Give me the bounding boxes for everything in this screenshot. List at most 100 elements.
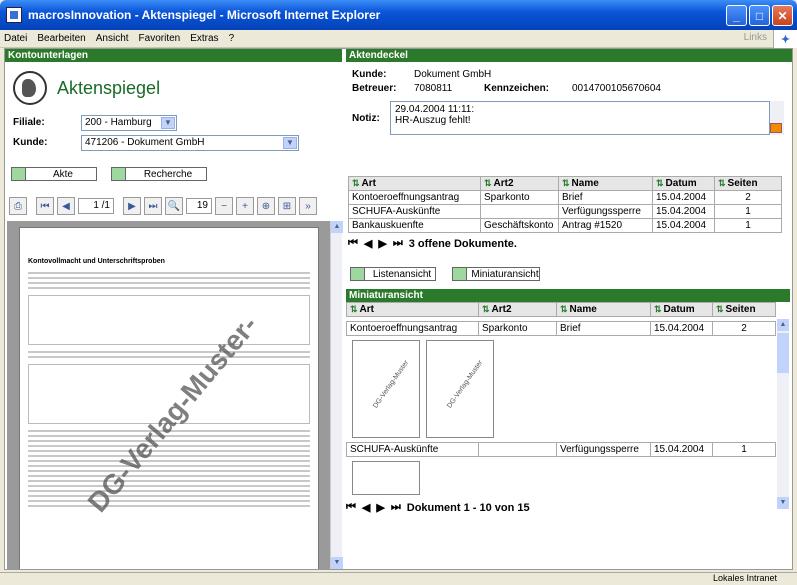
next-icon[interactable]: ▶ — [378, 237, 386, 250]
kunde-label: Kunde: — [13, 137, 48, 148]
scroll-up-icon: ▲ — [777, 319, 789, 331]
mini-col-datum[interactable]: ⇅ Datum — [650, 302, 713, 317]
kunde-label: Kunde: — [352, 69, 387, 80]
notiz-label: Notiz: — [352, 113, 380, 124]
ie-icon — [6, 7, 22, 23]
menu-favoriten[interactable]: Favoriten — [139, 33, 181, 44]
close-button[interactable]: ✕ — [772, 5, 793, 26]
listenansicht-button[interactable]: Listenansicht — [350, 267, 436, 281]
prev-icon[interactable]: ◀ — [364, 237, 372, 250]
chevron-down-icon: ▼ — [161, 117, 175, 129]
first-icon[interactable]: ⏮ — [346, 501, 356, 514]
table-row[interactable]: Bankauskuenfte Geschäftskonto Antrag #1520… — [348, 218, 782, 233]
table-row[interactable]: SCHUFA-Auskünfte Verfügungssperre 15.04.20… — [346, 442, 776, 457]
menu-bearbeiten[interactable]: Bearbeiten — [37, 33, 85, 44]
filiale-select[interactable]: 200 - Hamburg ▼ — [81, 115, 177, 131]
akte-button[interactable]: Akte — [11, 167, 97, 181]
zoom-fit-icon[interactable]: ⊕ — [257, 197, 275, 215]
mini-col-name[interactable]: ⇅ Name — [556, 302, 651, 317]
miniaturansicht-header: Miniaturansicht — [346, 289, 790, 302]
kunde-select[interactable]: 471206 - Dokument GmbH ▼ — [81, 135, 299, 151]
links-label[interactable]: Links — [744, 32, 767, 43]
table-row[interactable]: Kontoeroeffnungsantrag Sparkonto Brief 15.0… — [346, 321, 776, 336]
prev-page-icon[interactable]: ◀ — [57, 197, 75, 215]
next-icon[interactable]: ▶ — [376, 501, 384, 514]
maximize-button[interactable]: □ — [749, 5, 770, 26]
last-icon[interactable]: ⏭ — [393, 237, 403, 250]
mini-col-art2[interactable]: ⇅ Art2 — [478, 302, 557, 317]
col-art2[interactable]: ⇅ Art2 — [480, 176, 559, 191]
aktenspiegel-logo: Aktenspiegel — [13, 71, 160, 105]
menu-datei[interactable]: Datei — [4, 33, 27, 44]
print-icon[interactable]: ⎙ — [9, 197, 27, 215]
edit-note-icon[interactable] — [770, 123, 782, 133]
menu-extras[interactable]: Extras — [190, 33, 218, 44]
status-bar: Lokales Intranet — [0, 572, 797, 585]
scroll-thumb — [777, 333, 789, 373]
zoom-out-icon[interactable]: − — [215, 197, 233, 215]
minimize-button[interactable]: _ — [726, 5, 747, 26]
scroll-down-icon: ▼ — [777, 497, 789, 509]
col-seiten[interactable]: ⇅ Seiten — [714, 176, 782, 191]
chevron-down-icon: ▼ — [283, 137, 297, 149]
mini-col-art[interactable]: ⇅ Art — [346, 302, 479, 317]
more-icon[interactable]: » — [299, 197, 317, 215]
window-title: macrosInnovation - Aktenspiegel - Micros… — [28, 8, 381, 22]
miniaturansicht-button[interactable]: Miniaturansicht — [452, 267, 540, 281]
mini-nav-text: Dokument 1 - 10 von 15 — [406, 501, 530, 514]
prev-icon[interactable]: ◀ — [362, 501, 370, 514]
viewer-scrollbar[interactable]: ▲ ▼ — [330, 221, 343, 569]
thumbnail-page-2[interactable]: DG-Verlag-Muster — [426, 340, 494, 438]
aktendeckel-panel: Aktendeckel Kunde: Dokument GmbH Betreue… — [346, 49, 792, 569]
betreuer-value: 7080811 — [414, 83, 453, 94]
col-art[interactable]: ⇅ Art — [348, 176, 481, 191]
thumbnail-page-1[interactable]: DG-Verlag-Muster — [352, 340, 420, 438]
menu-help[interactable]: ? — [229, 33, 235, 44]
logo-text: Aktenspiegel — [57, 77, 161, 98]
first-icon[interactable]: ⏮ — [348, 237, 358, 250]
kunde-value: Dokument GmbH — [414, 69, 492, 80]
page-number-field[interactable]: 1 /1 — [78, 198, 114, 214]
menu-bar: Datei Bearbeiten Ansicht Favoriten Extra… — [0, 30, 797, 48]
mini-col-seiten[interactable]: ⇅ Seiten — [712, 302, 776, 317]
recherche-button[interactable]: Recherche — [111, 167, 207, 181]
offene-dokumente-text: 3 offene Dokumente. — [408, 237, 517, 250]
next-page-icon[interactable]: ▶ — [123, 197, 141, 215]
aktendeckel-header: Aktendeckel — [346, 49, 792, 62]
document-viewer[interactable]: Kontovollmacht und Unterschriftsproben D… — [7, 221, 332, 569]
kennzeichen-label: Kennzeichen: — [484, 83, 550, 94]
notiz-textarea[interactable]: 29.04.2004 11:11: HR-Auszug fehlt! — [390, 101, 770, 135]
title-bar: macrosInnovation - Aktenspiegel - Micros… — [0, 0, 797, 30]
thumbnail-strip-2 — [346, 457, 776, 497]
thumbnail-strip: DG-Verlag-Muster DG-Verlag-Muster — [346, 336, 776, 442]
kontounterlagen-panel: Kontounterlagen Aktenspiegel Filiale: 20… — [5, 49, 343, 569]
table-row[interactable]: SCHUFA-Auskünfte Verfügungssperre 15.04.20… — [348, 204, 782, 219]
table-pager: ⏮ ◀ ▶ ⏭ 3 offene Dokumente. — [348, 237, 782, 250]
mini-scrollbar[interactable]: ▲ ▼ — [777, 319, 789, 509]
col-name[interactable]: ⇅ Name — [558, 176, 653, 191]
filiale-label: Filiale: — [13, 117, 45, 128]
kontounterlagen-header: Kontounterlagen — [5, 49, 342, 62]
miniaturansicht-panel: Miniaturansicht ⇅ Art ⇅ Art2 ⇅ Name ⇅ Datum … — [346, 289, 790, 514]
zoom-icon[interactable]: 🔍 — [165, 197, 183, 215]
document-page: Kontovollmacht und Unterschriftsproben D… — [19, 227, 319, 569]
first-page-icon[interactable]: ⏮ — [36, 197, 54, 215]
windows-logo-icon: ✦ — [773, 30, 797, 48]
doc-title: Kontovollmacht und Unterschriftsproben — [28, 258, 165, 265]
globe-icon — [13, 71, 47, 105]
table-row[interactable]: Kontoeroeffnungsantrag Sparkonto Brief 15.0… — [348, 190, 782, 205]
viewer-toolbar: ⎙ ⏮ ◀ 1 /1 ▶ ⏭ 🔍 19 − + ⊕ ⊞ » — [9, 195, 339, 217]
zoom-field[interactable]: 19 — [186, 198, 212, 214]
last-icon[interactable]: ⏭ — [391, 501, 401, 514]
betreuer-label: Betreuer: — [352, 83, 397, 94]
menu-ansicht[interactable]: Ansicht — [96, 33, 129, 44]
zoom-in-icon[interactable]: + — [236, 197, 254, 215]
zoom-width-icon[interactable]: ⊞ — [278, 197, 296, 215]
page-content: Kontounterlagen Aktenspiegel Filiale: 20… — [4, 48, 793, 570]
zone-text: Lokales Intranet — [712, 573, 777, 583]
thumbnail-page-3[interactable] — [352, 461, 420, 495]
scroll-up-icon: ▲ — [331, 221, 343, 233]
last-page-icon[interactable]: ⏭ — [144, 197, 162, 215]
dokumente-table: ⇅ Art ⇅ Art2 ⇅ Name ⇅ Datum ⇅ Seiten Kontoero… — [348, 176, 782, 250]
col-datum[interactable]: ⇅ Datum — [652, 176, 715, 191]
